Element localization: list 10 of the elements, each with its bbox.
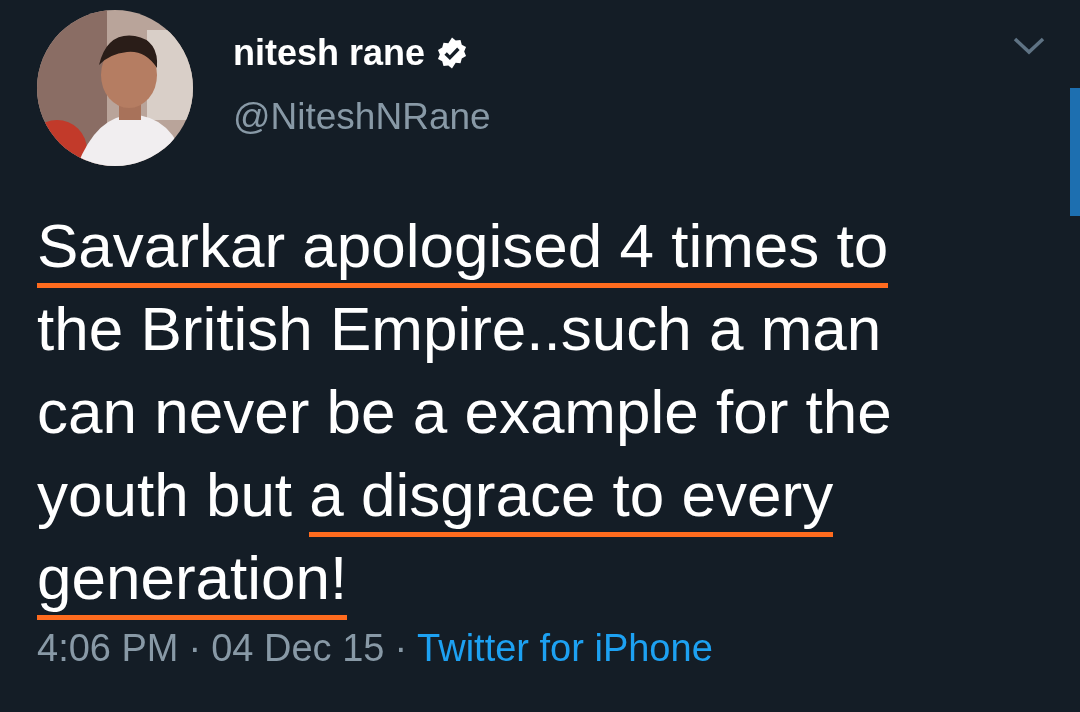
separator: · [188,627,202,670]
tweet-text: Savarkar apologised 4 times to the British Empire..such a man can never be a example for the youth but a disgrace to every generation! [37,204,987,619]
tweet-time: 4:06 PM [37,627,179,670]
author-name[interactable]: nitesh rane [233,32,426,74]
separator: · [394,627,408,670]
source-link[interactable]: Twitter for iPhone [417,627,713,670]
author-handle[interactable]: @NiteshNRane [233,96,491,138]
chevron-down-icon[interactable] [1012,36,1046,56]
tweet-date: 04 Dec 15 [211,627,385,670]
scrollbar[interactable] [1070,88,1080,216]
